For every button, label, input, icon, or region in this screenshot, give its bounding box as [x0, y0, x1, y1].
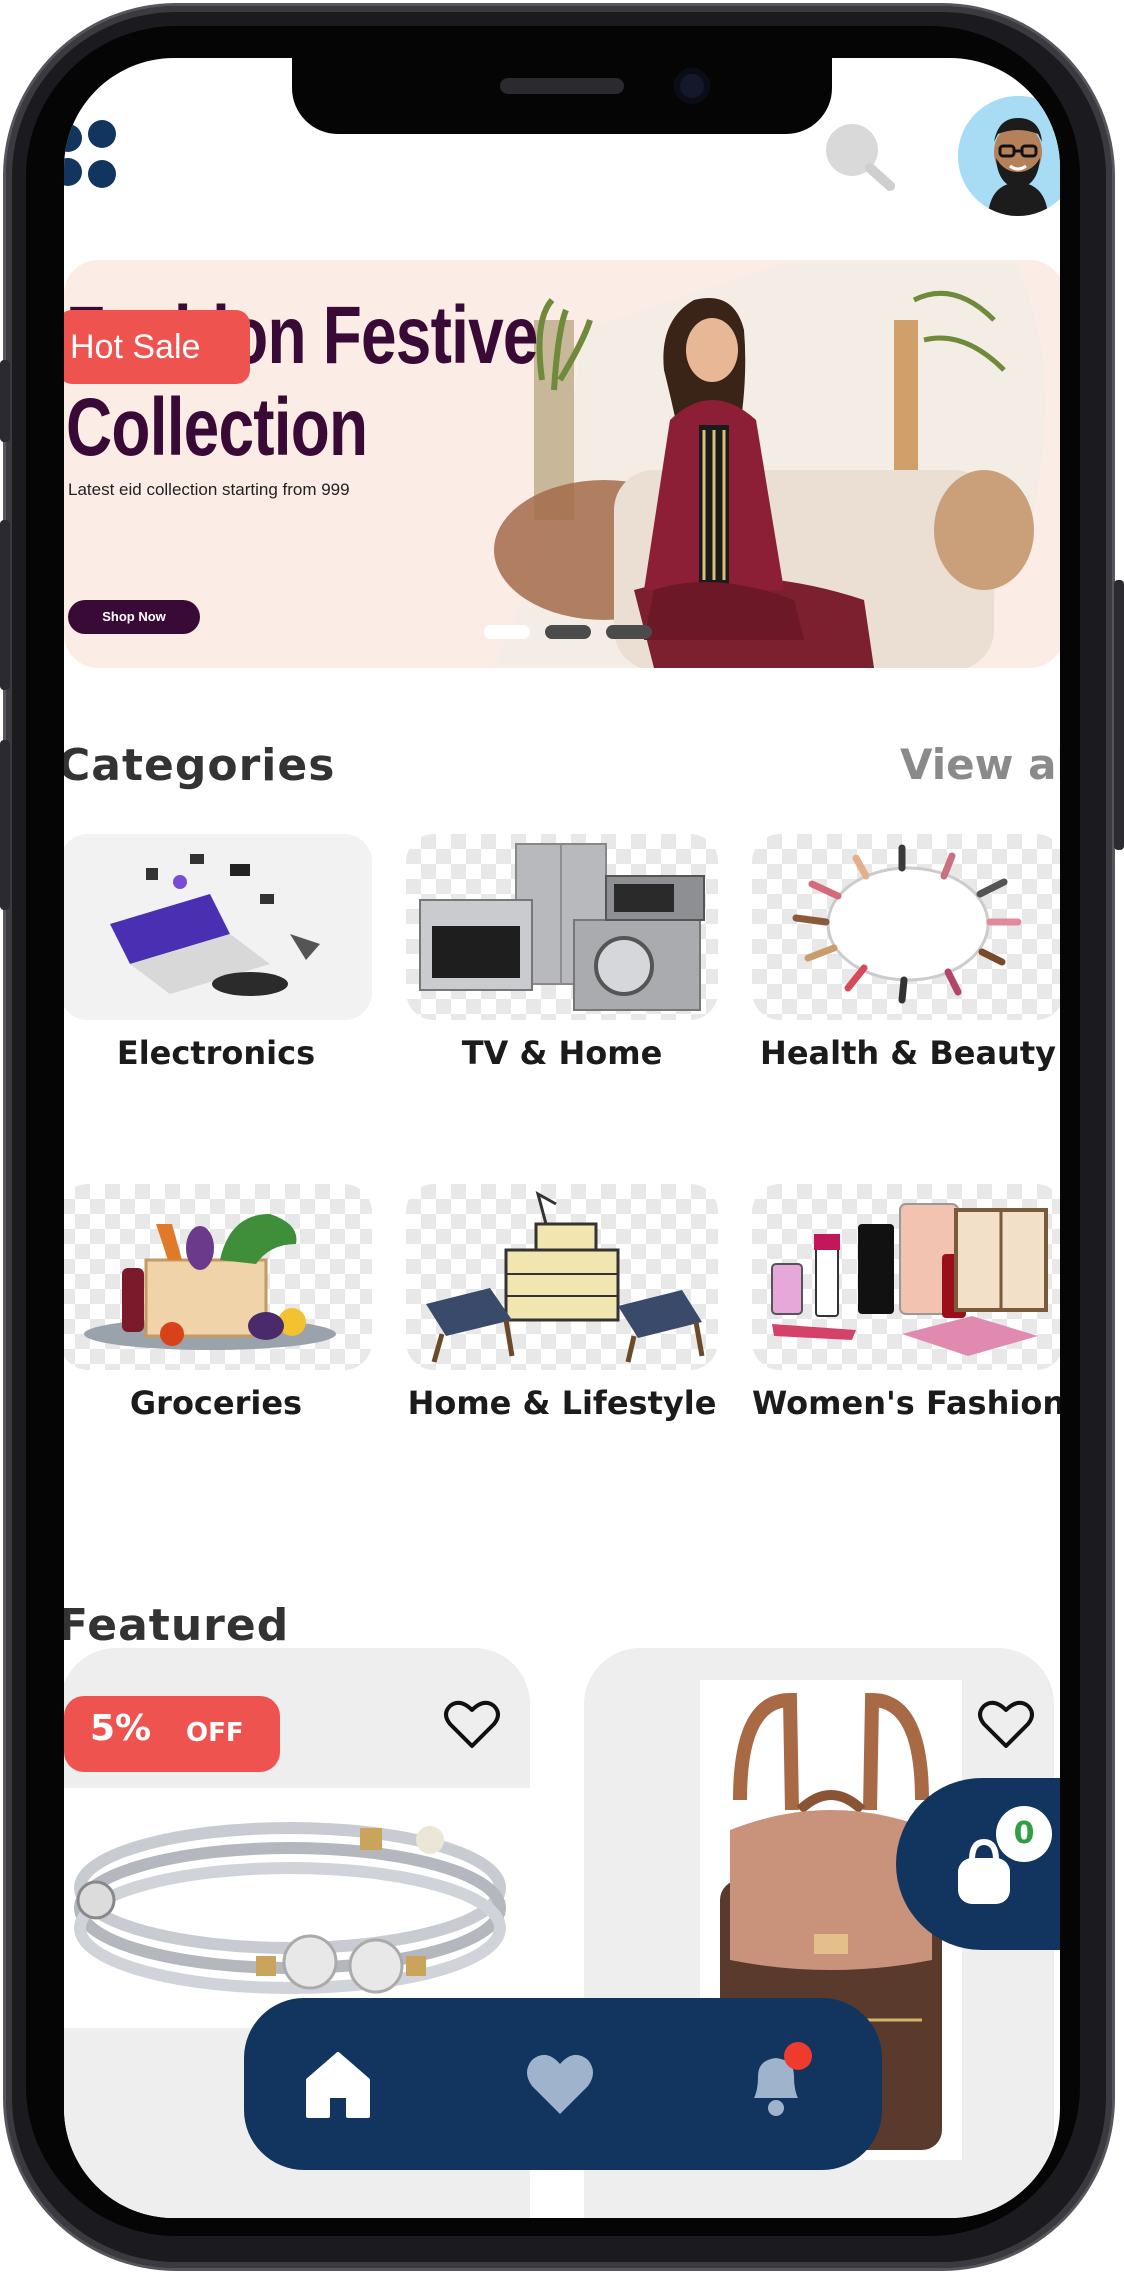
- speaker-grille: [500, 78, 624, 94]
- shop-now-button[interactable]: Shop Now: [68, 600, 200, 634]
- carousel-dot-1[interactable]: [484, 625, 530, 639]
- product-card-partial: [64, 2188, 530, 2218]
- categories-title: Categories: [64, 740, 336, 791]
- category-womens-fashion[interactable]: Women's Fashion: [752, 1184, 1060, 1422]
- category-groceries[interactable]: Groceries: [64, 1184, 372, 1422]
- side-button-volume-down: [0, 740, 10, 910]
- category-label: Groceries: [129, 1384, 303, 1422]
- nav-home[interactable]: [294, 2040, 382, 2128]
- user-avatar[interactable]: [958, 96, 1060, 216]
- side-button-volume-up: [0, 520, 10, 690]
- category-home-lifestyle[interactable]: Home & Lifestyle: [406, 1184, 718, 1422]
- category-label: Women's Fashion: [752, 1384, 1060, 1422]
- category-image-tv-home: [406, 834, 718, 1020]
- cart-count-badge: 0: [996, 1806, 1052, 1862]
- category-tv-home[interactable]: TV & Home: [406, 834, 718, 1072]
- category-label: Home & Lifestyle: [407, 1384, 717, 1422]
- category-image-health-beauty: [752, 834, 1060, 1020]
- search-icon[interactable]: [820, 118, 900, 198]
- home-icon: [306, 2052, 370, 2118]
- view-all-link[interactable]: View all: [900, 740, 1060, 789]
- heart-icon: [527, 2054, 593, 2114]
- bottom-navigation: [244, 1998, 882, 2170]
- category-label: Health & Beauty: [760, 1034, 1056, 1072]
- product-image-bracelet: [64, 1788, 530, 2028]
- category-image-womens-fashion: [752, 1184, 1060, 1370]
- side-button-silent: [0, 360, 10, 442]
- banner-model-photo: [494, 260, 1060, 668]
- cart-button[interactable]: 0: [896, 1778, 1060, 1950]
- category-image-electronics: [64, 834, 372, 1020]
- heart-outline-icon[interactable]: [976, 1696, 1036, 1752]
- category-image-groceries: [64, 1184, 372, 1370]
- app-screen: Fashion Festive Collection Hot Sale Late…: [64, 58, 1060, 2218]
- app-logo-icon[interactable]: [64, 120, 124, 190]
- category-health-beauty[interactable]: Health & Beauty: [752, 834, 1060, 1072]
- notch: [292, 58, 832, 134]
- promo-banner[interactable]: Fashion Festive Collection Hot Sale Late…: [64, 260, 1060, 668]
- category-electronics[interactable]: Electronics: [64, 834, 372, 1072]
- nav-notifications[interactable]: [732, 2040, 820, 2128]
- side-button-power: [1114, 580, 1124, 850]
- carousel-dot-3[interactable]: [606, 625, 653, 639]
- discount-badge: 5% OFF: [64, 1696, 280, 1772]
- hot-sale-badge: Hot Sale: [64, 310, 250, 384]
- discount-value: 5%: [90, 1708, 152, 1749]
- category-label: Electronics: [116, 1034, 316, 1072]
- bell-icon: [754, 2042, 812, 2116]
- featured-title: Featured: [64, 1600, 290, 1651]
- carousel-indicator[interactable]: [484, 624, 662, 643]
- discount-label: OFF: [186, 1718, 244, 1748]
- heart-outline-icon[interactable]: [442, 1696, 502, 1752]
- front-camera: [674, 68, 710, 104]
- banner-subtitle: Latest eid collection starting from 999: [68, 480, 350, 499]
- category-label: TV & Home: [461, 1034, 663, 1072]
- nav-favorites[interactable]: [516, 2040, 604, 2128]
- category-image-home-lifestyle: [406, 1184, 718, 1370]
- carousel-dot-2[interactable]: [545, 625, 592, 639]
